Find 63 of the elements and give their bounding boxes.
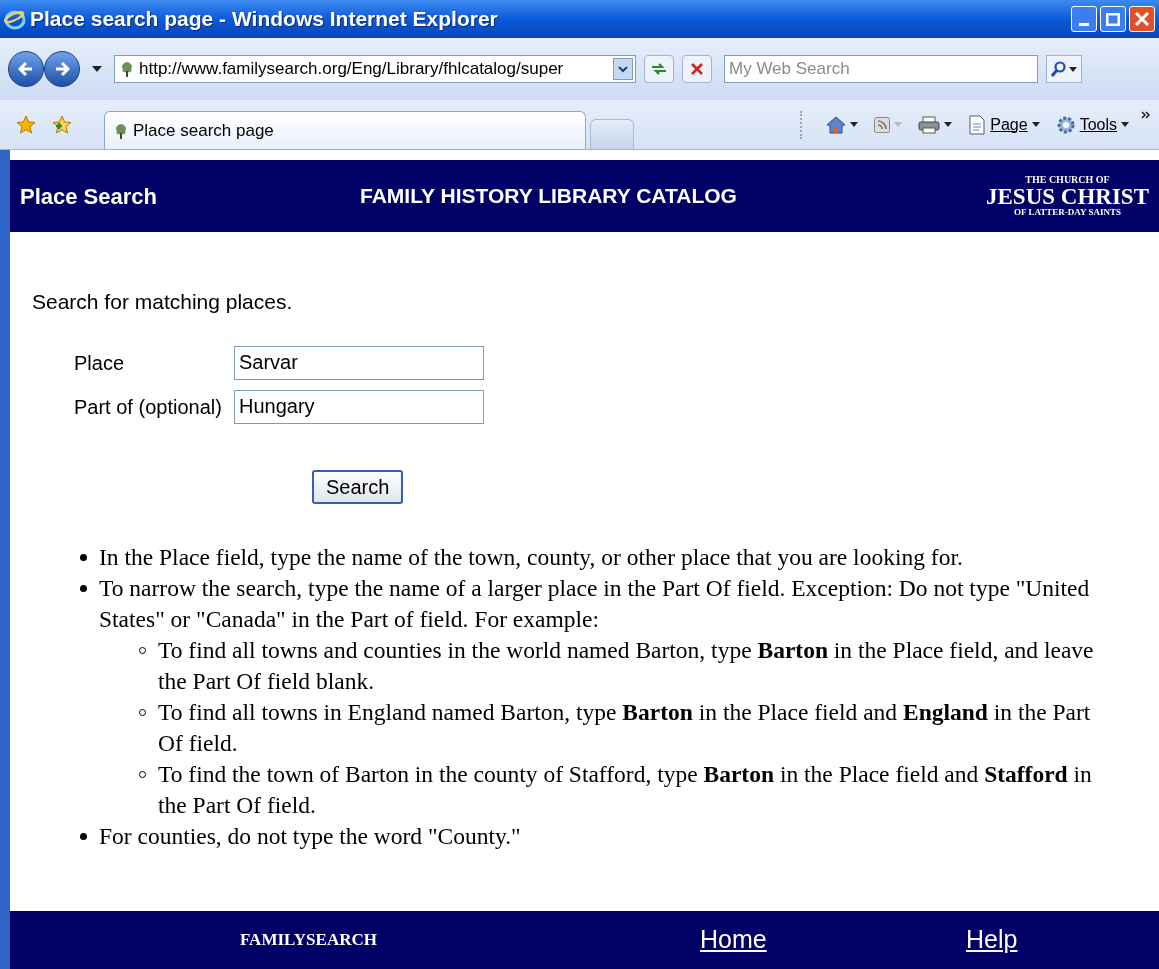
- gear-icon: [1055, 114, 1076, 135]
- bullet-icon: [80, 553, 87, 561]
- text-field[interactable]: Hungary: [234, 389, 484, 424]
- dropdown-caret-icon[interactable]: [92, 66, 102, 72]
- dropdown-caret-icon: [1121, 122, 1129, 127]
- tree-icon: [113, 122, 129, 139]
- section-title: Place Search: [20, 182, 158, 211]
- stop-button[interactable]: [682, 55, 712, 83]
- dropdown-caret-icon: [944, 122, 953, 127]
- browser-tab[interactable]: Place search page: [104, 111, 586, 149]
- dropdown-caret-icon: [1069, 66, 1077, 72]
- tools-button[interactable]: Tools: [1051, 110, 1133, 139]
- chevron-down-icon: [618, 65, 628, 73]
- address-dropdown-button[interactable]: [613, 58, 633, 80]
- close-button[interactable]: [1129, 6, 1155, 32]
- search-button[interactable]: Search: [312, 469, 404, 504]
- instruction-text: In the Place field, type the name of the town, county, or other place that you are looking for.: [99, 542, 964, 572]
- intro-text: Search for matching places.: [32, 289, 294, 315]
- minimize-icon: [1079, 23, 1089, 26]
- chevron-double-right-icon[interactable]: [1141, 110, 1151, 119]
- refresh-button[interactable]: [644, 55, 674, 83]
- close-icon: [1135, 12, 1149, 26]
- window-title: Place search page - Windows Internet Explorer: [30, 6, 499, 33]
- url-text: http://www.familysearch.org/Eng/Library/fhlcatalog/super: [139, 58, 565, 81]
- back-button[interactable]: [8, 51, 44, 87]
- text-field[interactable]: Sarvar: [234, 345, 484, 380]
- instruction-text: To narrow the search, type the name of a larger place in the Part Of field. Exception: Do not type "United States" or "Canada" in the Part of field. For example:: [99, 573, 1091, 634]
- printer-icon: [918, 115, 941, 134]
- instruction-text: To find all towns in England named Barton, type Barton in the Place field and England in the Part Of field.: [158, 697, 1092, 758]
- star-plus-icon[interactable]: [52, 114, 72, 135]
- bullet-icon: [80, 832, 87, 840]
- maximize-icon: [1106, 12, 1120, 26]
- field-label: Place: [74, 350, 126, 376]
- field-label: Part of (optional): [74, 394, 223, 420]
- instruction-text: To find the town of Barton in the county of Stafford, type Barton in the Place field and Stafford in the Part Of field.: [158, 759, 1093, 820]
- familysearch-logo: FAMILYSEARCH: [240, 929, 378, 952]
- tree-icon: [119, 61, 135, 77]
- home-icon: [826, 115, 847, 134]
- tab-label: Place search page: [133, 119, 274, 142]
- dropdown-caret-icon: [850, 122, 859, 127]
- refresh-arrows-icon: [650, 62, 668, 76]
- footer-link[interactable]: Home: [700, 921, 966, 959]
- church-logo: THE CHURCH OF JESUS CHRIST OF LATTER-DAY SAINTS: [986, 175, 1149, 217]
- bullet-icon: [80, 584, 87, 592]
- close-icon: [690, 62, 704, 76]
- page-icon: [968, 114, 987, 135]
- address-field[interactable]: http://www.familysearch.org/Eng/Library/fhlcatalog/super: [114, 55, 636, 83]
- search-icon: [1051, 61, 1067, 77]
- footer-link[interactable]: Help: [966, 921, 1018, 959]
- dropdown-caret-icon: [894, 122, 903, 127]
- instruction-text: To find all towns and counties in the world named Barton, type Barton in the Place field, and leave the Part Of field blank.: [158, 635, 1095, 696]
- maximize-button[interactable]: [1100, 6, 1126, 32]
- instruction-text: For counties, do not type the word "County.": [99, 821, 522, 851]
- dropdown-caret-icon: [1031, 122, 1040, 127]
- ie-logo-icon: [4, 8, 26, 30]
- feed-icon: [874, 116, 891, 133]
- page-button[interactable]: Page: [964, 110, 1044, 139]
- minimize-button[interactable]: [1071, 6, 1097, 32]
- star-icon[interactable]: [16, 114, 36, 135]
- search-field[interactable]: My Web Search: [724, 55, 1038, 83]
- search-button[interactable]: [1046, 55, 1082, 83]
- catalog-title: FAMILY HISTORY LIBRARY CATALOG: [360, 183, 738, 210]
- forward-button[interactable]: [44, 51, 80, 87]
